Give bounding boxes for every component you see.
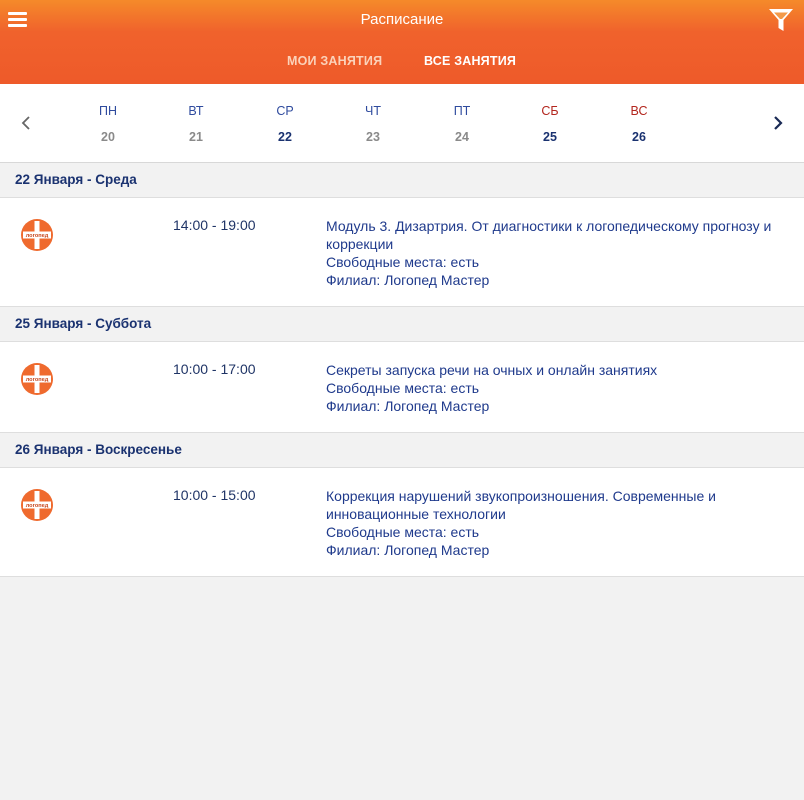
chevron-left-icon — [21, 116, 30, 130]
session-info: Секреты запуска речи на очных и онлайн з… — [326, 361, 786, 415]
logoped-logo-icon: логопед — [21, 363, 53, 395]
session-card[interactable]: логопед 14:00 - 19:00 Модуль 3. Дизартрия.… — [0, 197, 804, 307]
session-branch: Филиал: Логопед Мастер — [326, 398, 490, 414]
day-чт[interactable]: ЧТ 23 — [343, 84, 403, 163]
session-info: Модуль 3. Дизартрия. От диагностики к ло… — [326, 217, 786, 289]
session-time: 14:00 - 19:00 — [173, 217, 256, 233]
day-number: 25 — [543, 130, 557, 144]
session-branch: Филиал: Логопед Мастер — [326, 542, 490, 558]
session-card[interactable]: логопед 10:00 - 15:00 Коррекция нарушений … — [0, 467, 804, 577]
svg-text:логопед: логопед — [26, 377, 49, 383]
date-header: 25 Января - Суббота — [0, 307, 804, 342]
day-ср[interactable]: СР 22 — [255, 84, 315, 163]
day-number: 21 — [189, 130, 203, 144]
session-logo: логопед — [20, 488, 54, 522]
chevron-right-icon — [774, 116, 783, 130]
date-header: 22 Января - Среда — [0, 163, 804, 198]
session-time: 10:00 - 15:00 — [173, 487, 256, 503]
day-number: 20 — [101, 130, 115, 144]
week-day-selector: ПН 20 ВТ 21 СР 22 ЧТ 23 ПТ 24 СБ 25 ВС 26 — [0, 84, 804, 163]
funnel-filter-icon — [769, 9, 793, 31]
day-name: ВТ — [188, 104, 204, 118]
app-bar: Расписание МОИ ЗАНЯТИЯ ВСЕ ЗАНЯТИЯ — [0, 0, 804, 84]
svg-text:логопед: логопед — [26, 233, 49, 239]
day-пт[interactable]: ПТ 24 — [432, 84, 492, 163]
day-number: 23 — [366, 130, 380, 144]
day-вт[interactable]: ВТ 21 — [166, 84, 226, 163]
session-seats: Свободные места: есть — [326, 380, 480, 396]
session-logo: логопед — [20, 218, 54, 252]
session-time: 10:00 - 17:00 — [173, 361, 256, 377]
day-name: СР — [276, 104, 294, 118]
page-title: Расписание — [360, 11, 444, 28]
logoped-logo-icon: логопед — [21, 489, 53, 521]
session-branch: Филиал: Логопед Мастер — [326, 272, 490, 288]
day-пн[interactable]: ПН 20 — [78, 84, 138, 163]
day-number: 22 — [278, 130, 292, 144]
session-seats: Свободные места: есть — [326, 254, 480, 270]
tab-my-classes[interactable]: МОИ ЗАНЯТИЯ — [287, 54, 382, 68]
next-week-button[interactable] — [768, 112, 788, 134]
previous-week-button[interactable] — [16, 112, 36, 134]
session-logo: логопед — [20, 362, 54, 396]
day-вс[interactable]: ВС 26 — [609, 84, 669, 163]
svg-text:логопед: логопед — [26, 503, 49, 509]
day-сб[interactable]: СБ 25 — [520, 84, 580, 163]
session-card[interactable]: логопед 10:00 - 17:00 Секреты запуска речи… — [0, 341, 804, 433]
day-number: 24 — [455, 130, 469, 144]
day-name: ПН — [98, 104, 117, 118]
session-title: Коррекция нарушений звукопроизношения. С… — [326, 488, 716, 522]
day-name: ЧТ — [365, 104, 381, 118]
logoped-logo-icon: логопед — [21, 219, 53, 251]
date-header: 26 Января - Воскресенье — [0, 433, 804, 468]
session-seats: Свободные места: есть — [326, 524, 480, 540]
filter-button[interactable] — [766, 5, 796, 35]
tab-all-classes[interactable]: ВСЕ ЗАНЯТИЯ — [424, 54, 516, 68]
day-name: ПТ — [453, 104, 471, 118]
session-title: Секреты запуска речи на очных и онлайн з… — [326, 362, 658, 378]
day-name: СБ — [541, 104, 559, 118]
session-title: Модуль 3. Дизартрия. От диагностики к ло… — [326, 218, 772, 252]
session-info: Коррекция нарушений звукопроизношения. С… — [326, 487, 786, 559]
day-name: ВС — [630, 104, 648, 118]
day-number: 26 — [632, 130, 646, 144]
